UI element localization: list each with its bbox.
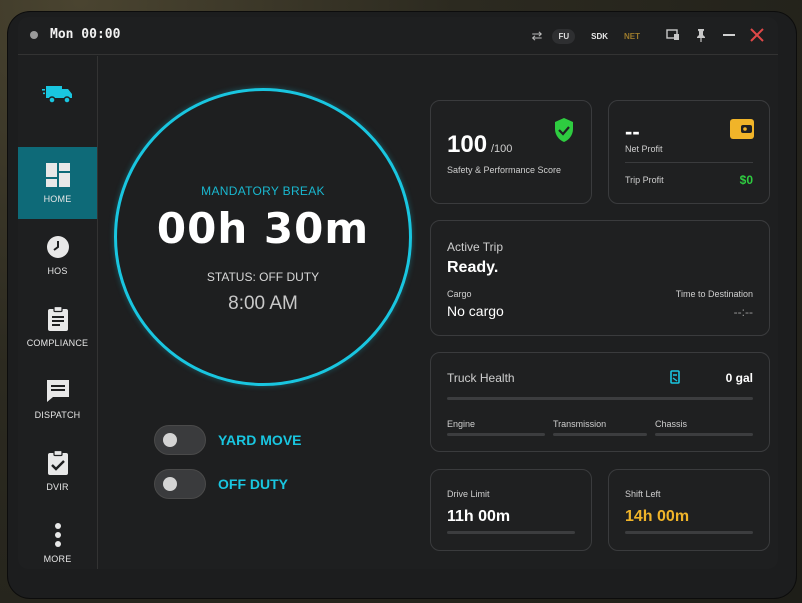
sidebar-item-label: DISPATCH: [34, 410, 81, 420]
shift-left-value: 14h 00m: [625, 508, 690, 525]
cargo-value: No cargo: [447, 303, 504, 319]
timer-value: 00h 30m: [156, 204, 370, 253]
net-profit-label: Net Profit: [625, 144, 663, 154]
sidebar-item-label: HOME: [43, 194, 72, 204]
sidebar-item-label: COMPLIANCE: [26, 338, 89, 348]
sidebar-item-compliance[interactable]: COMPLIANCE: [18, 291, 97, 363]
timer-clock: 8:00 AM: [228, 293, 298, 314]
toggle-knob: [163, 433, 177, 447]
sidebar-item-label: DVIR: [46, 482, 69, 492]
checklist-icon: [45, 450, 71, 476]
safety-label: Safety & Performance Score: [447, 165, 562, 175]
sidebar: HOME HOS COMPLIANCE DISPATCH DVIR MORE: [18, 56, 98, 569]
cast-icon[interactable]: [664, 28, 682, 44]
safety-score: 100: [447, 131, 488, 158]
sidebar-item-label: MORE: [43, 554, 72, 564]
active-trip-card[interactable]: Active Trip Ready. Cargo No cargo Time t…: [430, 220, 770, 336]
sidebar-item-more[interactable]: MORE: [18, 507, 97, 579]
wallet-icon: [729, 117, 755, 146]
sdk-indicator: SDK: [591, 31, 608, 41]
transmission-label: Transmission: [553, 419, 607, 429]
fu-pill[interactable]: FU: [552, 28, 576, 44]
drive-limit-card[interactable]: Drive Limit 11h 00m: [430, 469, 592, 551]
off-duty-toggle[interactable]: [154, 469, 206, 499]
sidebar-item-hos[interactable]: HOS: [18, 219, 97, 291]
off-duty-row: OFF DUTY: [154, 469, 288, 499]
cargo-label: Cargo: [447, 289, 472, 299]
title-controls: ⇄ FU SDK NET: [532, 25, 766, 47]
sidebar-item-home[interactable]: HOME: [18, 147, 97, 219]
safety-card[interactable]: 100 /100 Safety & Performance Score: [430, 100, 592, 204]
drive-limit-value: 11h 00m: [447, 508, 511, 525]
trip-status: Ready.: [447, 259, 499, 276]
truck-logo-icon: [42, 82, 74, 106]
truck-health-label: Truck Health: [447, 371, 515, 385]
drive-limit-bar: [447, 531, 575, 534]
title-clock: Mon 00:00: [50, 27, 121, 42]
more-vertical-icon: [45, 522, 71, 548]
swap-icon[interactable]: ⇄: [532, 28, 543, 44]
message-icon: [45, 378, 71, 404]
minimize-icon[interactable]: [720, 28, 738, 45]
clipboard-icon: [45, 306, 71, 332]
off-duty-label: OFF DUTY: [218, 476, 288, 492]
sidebar-item-dispatch[interactable]: DISPATCH: [18, 363, 97, 435]
yard-move-toggle[interactable]: [154, 425, 206, 455]
sidebar-item-dvir[interactable]: DVIR: [18, 435, 97, 507]
profit-card[interactable]: -- Net Profit Trip Profit $0: [608, 100, 770, 204]
sidebar-item-label: HOS: [47, 266, 68, 276]
safety-max: /100: [491, 143, 513, 155]
shield-check-icon: [553, 117, 575, 148]
fuel-icon: [670, 370, 681, 389]
eta-value: --:--: [733, 305, 753, 319]
profit-divider: [625, 162, 753, 163]
dashboard-icon: [45, 162, 71, 188]
shift-left-label: Shift Left: [625, 489, 661, 499]
timer-title: MANDATORY BREAK: [201, 184, 325, 198]
shift-left-card[interactable]: Shift Left 14h 00m: [608, 469, 770, 551]
shift-left-bar: [625, 531, 753, 534]
engine-bar: [447, 433, 545, 436]
chassis-bar: [655, 433, 753, 436]
chassis-label: Chassis: [655, 419, 688, 429]
net-profit-value: --: [625, 119, 640, 144]
drive-limit-label: Drive Limit: [447, 489, 490, 499]
eta-label: Time to Destination: [675, 289, 753, 299]
yard-move-row: YARD MOVE: [154, 425, 302, 455]
status-dot: [30, 31, 38, 39]
clock-icon: [45, 234, 71, 260]
net-indicator: NET: [624, 31, 640, 41]
truck-health-card[interactable]: Truck Health 0 gal Engine Transmission C…: [430, 352, 770, 452]
toggle-knob: [163, 477, 177, 491]
fuel-value: 0 gal: [725, 371, 753, 385]
timer-content: MANDATORY BREAK 00h 30m STATUS: OFF DUTY…: [114, 0, 412, 603]
pin-icon[interactable]: [692, 28, 710, 45]
active-trip-label: Active Trip: [447, 240, 504, 254]
trip-profit-label: Trip Profit: [625, 175, 664, 185]
health-overall-bar: [447, 397, 753, 400]
trip-profit-value: $0: [739, 173, 753, 187]
transmission-bar: [553, 433, 647, 436]
engine-label: Engine: [447, 419, 476, 429]
close-icon[interactable]: [748, 27, 766, 46]
yard-move-label: YARD MOVE: [218, 432, 302, 448]
duty-status: STATUS: OFF DUTY: [206, 270, 320, 284]
